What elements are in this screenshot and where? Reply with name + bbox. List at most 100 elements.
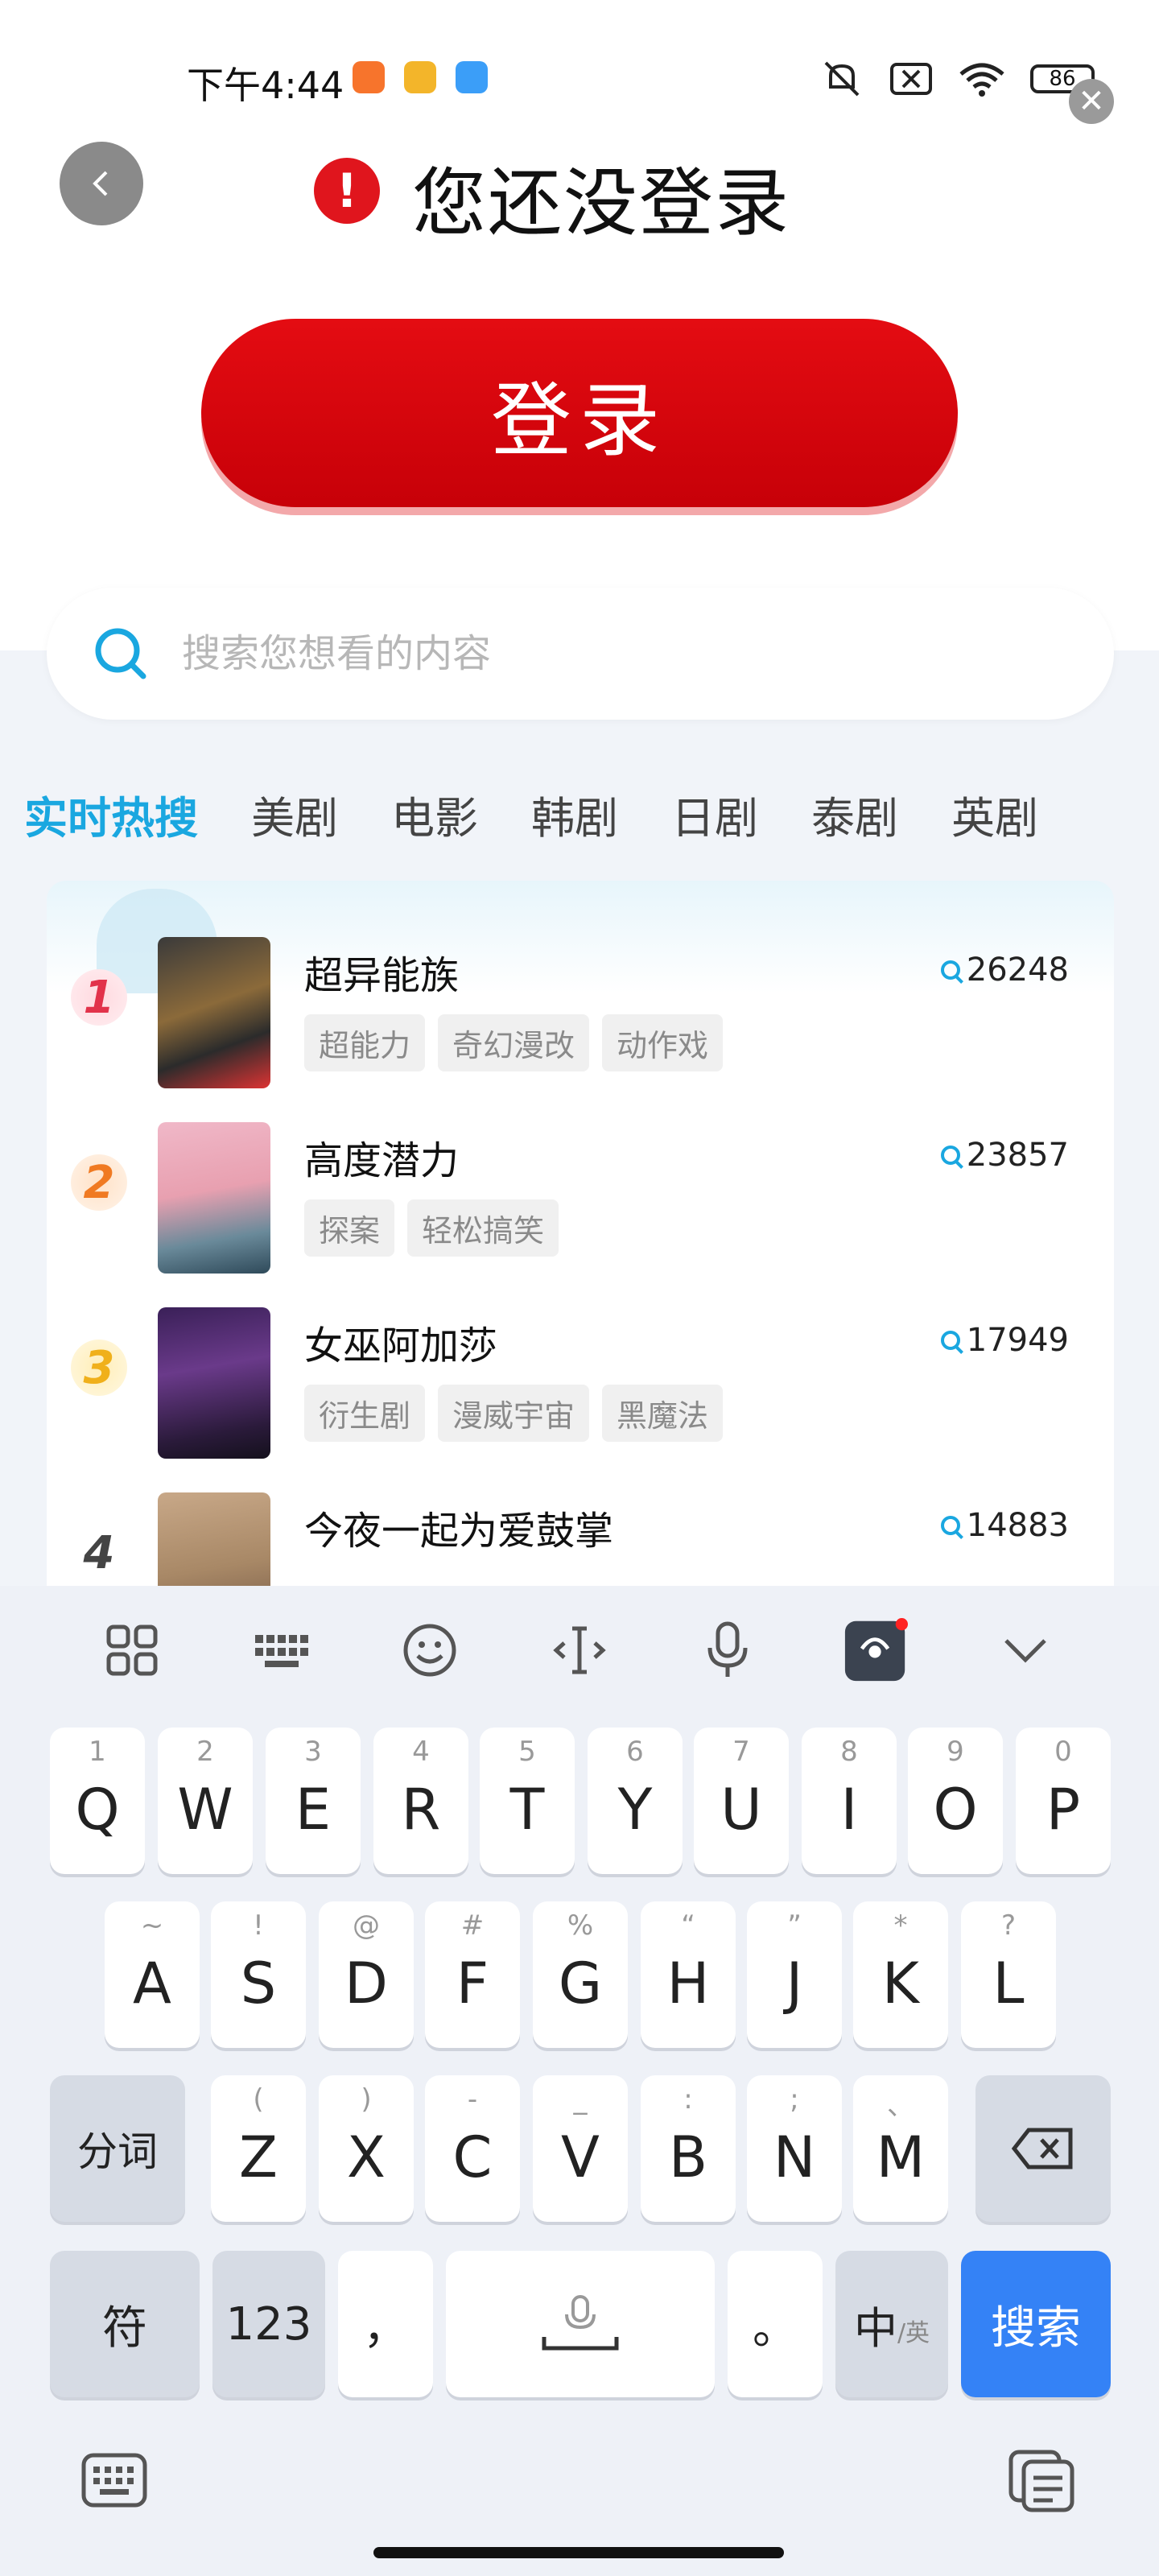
space-key[interactable] bbox=[446, 2251, 715, 2397]
backspace-icon bbox=[1011, 2128, 1073, 2169]
alert-icon: ! bbox=[314, 158, 380, 224]
tab-korean-drama[interactable]: 韩剧 bbox=[531, 782, 618, 846]
tab-thai-drama[interactable]: 泰剧 bbox=[811, 782, 898, 846]
key-p[interactable]: 0P bbox=[1016, 1728, 1111, 1874]
key-secondary: : bbox=[683, 2083, 693, 2116]
tab-us-drama[interactable]: 美剧 bbox=[251, 782, 338, 846]
clipboard-icon[interactable] bbox=[1008, 2449, 1075, 2516]
microphone-icon[interactable] bbox=[695, 1618, 760, 1682]
search-count-value: 26248 bbox=[966, 952, 1069, 989]
key-label: Z bbox=[239, 2124, 278, 2190]
show-title: 高度潜力 bbox=[304, 1138, 460, 1183]
key-m[interactable]: 、 M bbox=[853, 2075, 948, 2222]
key-label: R bbox=[401, 1777, 441, 1843]
key-a[interactable]: ~ A bbox=[105, 1901, 200, 2048]
apps-grid-icon[interactable] bbox=[100, 1618, 164, 1682]
key-label: E bbox=[295, 1777, 332, 1843]
keyboard-layout-icon[interactable] bbox=[250, 1618, 314, 1682]
login-button[interactable]: 登录 bbox=[201, 319, 958, 507]
key-w[interactable]: 2W bbox=[158, 1728, 253, 1874]
tab-realtime-hot[interactable]: 实时热搜 bbox=[24, 782, 198, 846]
home-indicator[interactable] bbox=[373, 2547, 784, 2558]
key-secondary: % bbox=[567, 1909, 594, 1942]
collapse-keyboard-icon[interactable] bbox=[993, 1618, 1058, 1682]
cursor-move-icon[interactable] bbox=[547, 1618, 612, 1682]
key-j[interactable]: ” J bbox=[747, 1901, 842, 2048]
tab-japanese-drama[interactable]: 日剧 bbox=[671, 782, 758, 846]
backspace-key[interactable] bbox=[975, 2075, 1111, 2222]
list-item[interactable]: 2 高度潜力 探案 轻松搞笑 23857 bbox=[47, 1066, 1114, 1274]
key-o[interactable]: 9O bbox=[908, 1728, 1003, 1874]
hot-ranking-list: 1 超异能族 超能力 奇幻漫改 动作戏 26248 2 高度潜力 探案 轻松搞笑… bbox=[47, 881, 1114, 1589]
search-count: 17949 bbox=[940, 1322, 1069, 1359]
tag: 超能力 bbox=[304, 1014, 426, 1071]
not-logged-in-message: 您还没登录 bbox=[412, 160, 791, 246]
key-n[interactable]: ; N bbox=[747, 2075, 842, 2222]
key-secondary: 0 bbox=[1054, 1736, 1072, 1768]
tag: 衍生剧 bbox=[304, 1385, 426, 1442]
key-e[interactable]: 3E bbox=[266, 1728, 361, 1874]
search-count-value: 14883 bbox=[966, 1507, 1069, 1544]
key-x[interactable]: ) X bbox=[319, 2075, 414, 2222]
key-b[interactable]: :B bbox=[641, 2075, 736, 2222]
segment-key[interactable]: 分词 bbox=[50, 2075, 185, 2222]
key-h[interactable]: “H bbox=[641, 1901, 736, 2048]
key-r[interactable]: 4R bbox=[373, 1728, 468, 1874]
lang-main-label: 中 bbox=[853, 2302, 897, 2354]
key-c[interactable]: -C bbox=[425, 2075, 520, 2222]
key-label: B bbox=[668, 2124, 708, 2190]
list-item[interactable]: 3 女巫阿加莎 衍生剧 漫威宇宙 黑魔法 17949 bbox=[47, 1251, 1114, 1459]
list-item[interactable]: 4 今夜一起为爱鼓掌 14883 bbox=[47, 1436, 1114, 1589]
key-v[interactable]: _ V bbox=[533, 2075, 628, 2222]
close-icon[interactable]: ✕ bbox=[1069, 79, 1114, 124]
tag-list: 超能力 奇幻漫改 动作戏 bbox=[304, 1014, 724, 1071]
key-secondary: 9 bbox=[947, 1736, 964, 1768]
show-title: 今夜一起为爱鼓掌 bbox=[304, 1509, 614, 1554]
search-key[interactable]: 搜索 bbox=[961, 2251, 1111, 2397]
key-secondary: 7 bbox=[732, 1736, 750, 1768]
key-d[interactable]: @ D bbox=[319, 1901, 414, 2048]
key-z[interactable]: (Z bbox=[211, 2075, 306, 2222]
keyboard-switch-icon[interactable] bbox=[80, 2452, 148, 2512]
key-secondary: 1 bbox=[89, 1736, 106, 1768]
key-g[interactable]: % G bbox=[533, 1901, 628, 2048]
number-key[interactable]: 123 bbox=[212, 2251, 325, 2397]
key-y[interactable]: 6Y bbox=[588, 1728, 683, 1874]
tag: 黑魔法 bbox=[602, 1385, 724, 1442]
key-f[interactable]: # F bbox=[425, 1901, 520, 2048]
key-label: X bbox=[347, 2124, 386, 2190]
key-u[interactable]: 7U bbox=[694, 1728, 789, 1874]
key-label: Q bbox=[75, 1777, 120, 1843]
key-secondary: 5 bbox=[518, 1736, 536, 1768]
status-time: 下午4:44 bbox=[187, 64, 344, 107]
language-toggle-key[interactable]: 中/英 bbox=[835, 2251, 948, 2397]
key-i[interactable]: 8I bbox=[802, 1728, 897, 1874]
back-button[interactable] bbox=[60, 142, 143, 225]
key-q[interactable]: 1Q bbox=[50, 1728, 145, 1874]
key-label: F bbox=[456, 1951, 489, 2017]
search-count-value: 23857 bbox=[966, 1137, 1069, 1174]
key-s[interactable]: ! S bbox=[211, 1901, 306, 2048]
key-l[interactable]: ? L bbox=[961, 1901, 1056, 2048]
key-secondary: * bbox=[893, 1909, 908, 1942]
key-secondary: @ bbox=[353, 1909, 380, 1942]
emoji-icon[interactable] bbox=[398, 1618, 462, 1682]
key-secondary: # bbox=[460, 1909, 485, 1942]
tag: 探案 bbox=[304, 1199, 395, 1257]
list-item[interactable]: 1 超异能族 超能力 奇幻漫改 动作戏 26248 bbox=[47, 881, 1114, 1088]
period-key[interactable]: 。 bbox=[728, 2251, 823, 2397]
search-input[interactable]: 搜索您想看的内容 bbox=[47, 588, 1114, 720]
rank-badge: 1 bbox=[71, 969, 127, 1026]
key-k[interactable]: * K bbox=[853, 1901, 948, 2048]
tab-movie[interactable]: 电影 bbox=[391, 782, 478, 846]
symbol-key[interactable]: 符 bbox=[50, 2251, 200, 2397]
key-label: S bbox=[240, 1951, 277, 2017]
search-count-icon bbox=[940, 960, 960, 980]
key-secondary: ) bbox=[361, 2083, 372, 2116]
ai-assistant-icon[interactable] bbox=[843, 1618, 908, 1682]
key-t[interactable]: 5T bbox=[480, 1728, 575, 1874]
key-label: V bbox=[561, 2124, 600, 2190]
comma-key[interactable]: ， bbox=[338, 2251, 433, 2397]
key-label: W bbox=[177, 1777, 233, 1843]
tab-uk-drama[interactable]: 英剧 bbox=[951, 782, 1038, 846]
